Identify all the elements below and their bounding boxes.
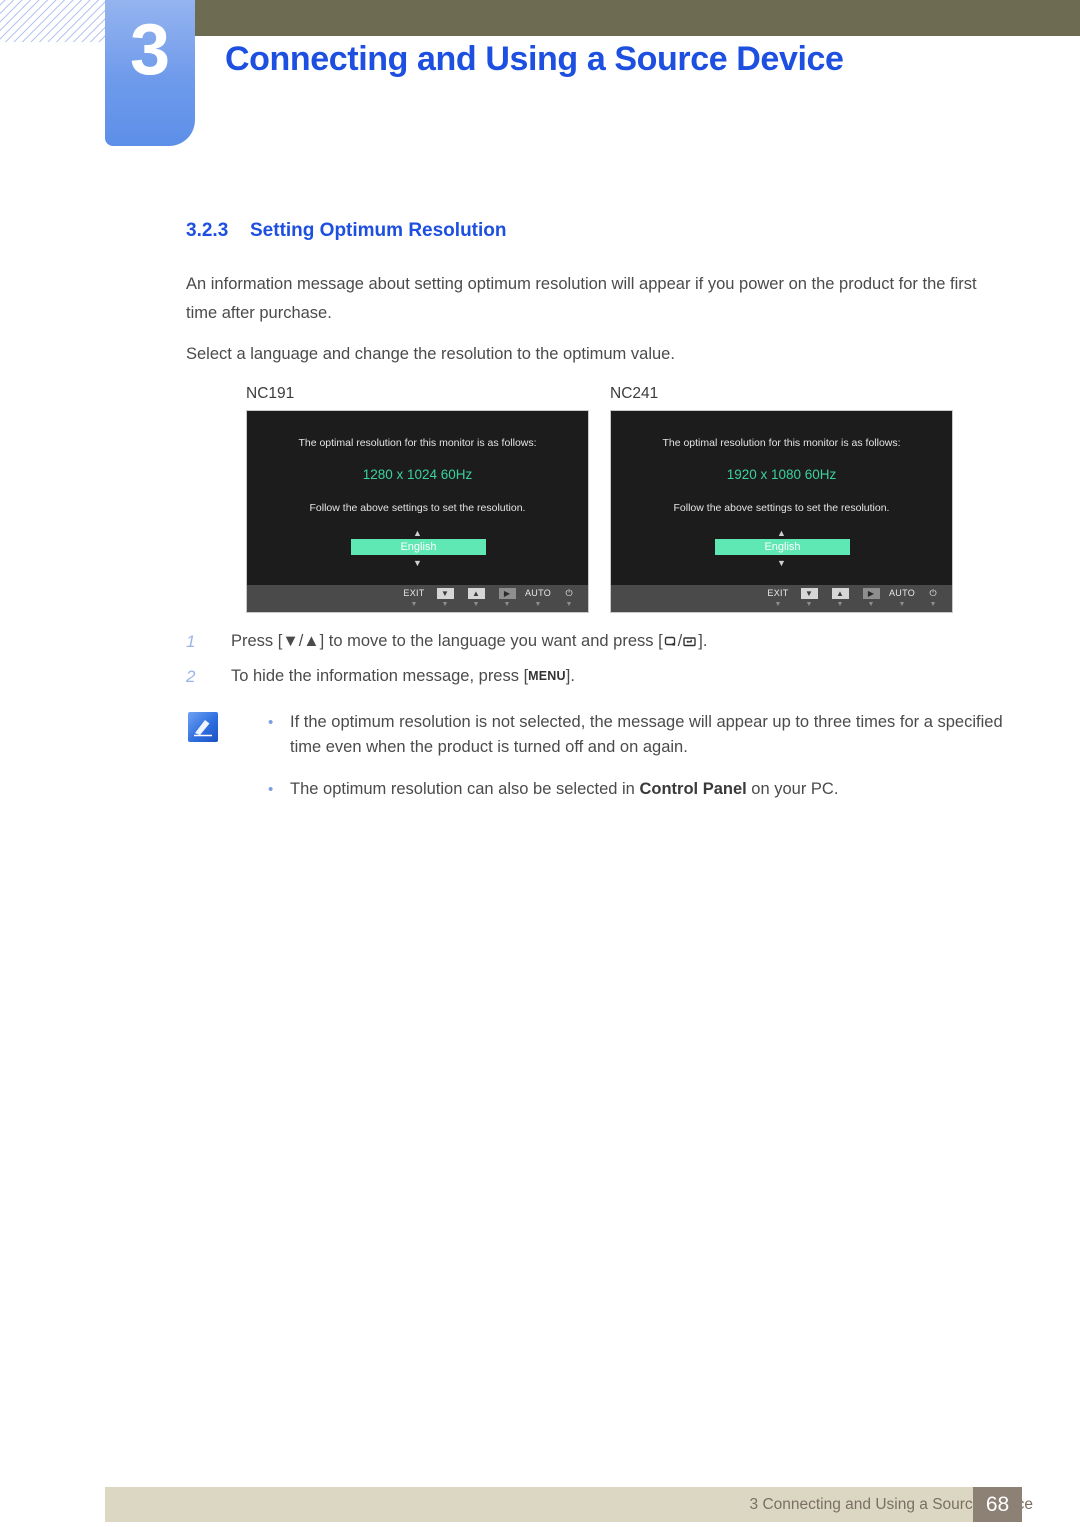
osd-language-selection[interactable]: English [715,539,850,555]
osd-message-line-2: Follow the above settings to set the res… [309,502,526,514]
osd-tick-icon: ▼ [472,601,480,608]
osd-button-group: EXIT ▼ ▼ ▼ ▲ ▼ ▶ ▼ AUTO ▼ ⏻ ▼ [403,588,580,609]
osd-screenshot-nc241: The optimal resolution for this monitor … [610,410,953,613]
osd-screenshot-nc191: The optimal resolution for this monitor … [246,410,589,613]
note-list: • If the optimum resolution is not selec… [262,710,1007,819]
power-icon: ⏻ [929,588,937,598]
nav-keys-glyph: ▼/▲ [282,632,320,650]
section-paragraph-2: Select a language and change the resolut… [186,345,675,363]
osd-button-bar: EXIT ▼ ▼ ▼ ▲ ▼ ▶ ▼ AUTO ▼ ⏻ ▼ [247,585,588,612]
osd-down-arrow-icon: ▼ [800,588,818,599]
osd-button-power[interactable]: ⏻ ▼ [922,588,944,609]
chapter-number: 3 [129,10,171,90]
osd-button-enter[interactable]: ▶ ▼ [860,588,882,609]
step-text-before: Press [ [231,632,283,650]
header-olive-bar [192,0,1080,36]
osd-exit-label: EXIT [403,588,425,598]
step-number: 2 [186,667,196,686]
osd-tick-icon: ▼ [565,601,573,608]
osd-arrow-up-icon[interactable]: ▲ [611,529,952,538]
osd-button-bar: EXIT ▼ ▼ ▼ ▲ ▼ ▶ ▼ AUTO ▼ ⏻ ▼ [611,585,952,612]
note-item: • If the optimum resolution is not selec… [262,710,1007,760]
osd-tick-icon: ▼ [410,601,418,608]
osd-exit-label: EXIT [767,588,789,598]
osd-tick-icon: ▼ [774,601,782,608]
osd-up-arrow-icon: ▲ [467,588,485,599]
osd-tick-icon: ▼ [441,601,449,608]
power-icon: ⏻ [565,588,573,598]
section-paragraph-1: An information message about setting opt… [186,275,977,322]
step-text-after: ]. [698,632,708,650]
osd-arrow-down-icon[interactable]: ▼ [247,559,588,568]
osd-button-power[interactable]: ⏻ ▼ [558,588,580,609]
figure-label-nc241: NC241 [610,385,659,402]
section-number: 3.2.3 [186,220,229,241]
figure-label-nc191: NC191 [246,385,295,402]
step-text: Press [▼/▲] to move to the language you … [231,632,1006,653]
osd-button-up[interactable]: ▲ ▼ [465,588,487,609]
note-icon [188,712,218,742]
osd-message-line-1: The optimal resolution for this monitor … [298,437,537,449]
page-number: 68 [973,1487,1022,1522]
osd-auto-label: AUTO [888,588,916,598]
osd-arrow-down-icon[interactable]: ▼ [611,559,952,568]
osd-tick-icon: ▼ [929,601,937,608]
step-text-middle: ] to move to the language you want and p… [319,632,663,650]
osd-button-auto[interactable]: AUTO ▼ [524,588,552,609]
bullet-icon: • [268,714,274,731]
osd-tick-icon: ▼ [836,601,844,608]
step-text: To hide the information message, press [… [231,667,1006,686]
decorative-hatch-pattern [0,0,108,42]
note-text: If the optimum resolution is not selecte… [290,713,1003,756]
note-text-before: The optimum resolution can also be selec… [290,780,640,798]
document-page: 3 Connecting and Using a Source Device 3… [0,0,1080,1527]
osd-message-line-2: Follow the above settings to set the res… [673,502,890,514]
osd-button-group: EXIT ▼ ▼ ▼ ▲ ▼ ▶ ▼ AUTO ▼ ⏻ ▼ [767,588,944,609]
bullet-icon: • [268,781,274,798]
osd-button-down[interactable]: ▼ ▼ [434,588,456,609]
note-item: • The optimum resolution can also be sel… [262,777,1007,802]
osd-down-arrow-icon: ▼ [436,588,454,599]
osd-tick-icon: ▼ [867,601,875,608]
menu-key-badge: MENU [528,669,566,683]
section-heading: 3.2.3 Setting Optimum Resolution [186,220,507,242]
osd-button-exit[interactable]: EXIT ▼ [767,588,789,609]
enter-icon [683,634,697,653]
chapter-title: Connecting and Using a Source Device [225,40,844,78]
source-icon [664,634,677,653]
osd-auto-label: AUTO [524,588,552,598]
step-slash: / [677,632,683,650]
osd-resolution-value: 1920 x 1080 60Hz [726,467,837,482]
osd-button-down[interactable]: ▼ ▼ [798,588,820,609]
osd-tick-icon: ▼ [503,601,511,608]
osd-resolution-value: 1280 x 1024 60Hz [362,467,473,482]
step-item: 2 To hide the information message, press… [186,667,1006,686]
osd-language-selection[interactable]: English [351,539,486,555]
step-number: 1 [186,632,196,651]
step-item: 1 Press [▼/▲] to move to the language yo… [186,632,1006,653]
osd-right-arrow-icon: ▶ [498,588,516,599]
note-text-bold: Control Panel [639,780,747,798]
step-text-after: ]. [565,667,575,685]
osd-arrow-up-icon[interactable]: ▲ [247,529,588,538]
osd-up-arrow-icon: ▲ [831,588,849,599]
osd-button-enter[interactable]: ▶ ▼ [496,588,518,609]
osd-button-up[interactable]: ▲ ▼ [829,588,851,609]
chapter-number-tab: 3 [105,0,195,146]
step-text-before: To hide the information message, press [ [231,667,529,685]
osd-button-exit[interactable]: EXIT ▼ [403,588,425,609]
osd-right-arrow-icon: ▶ [862,588,880,599]
osd-button-auto[interactable]: AUTO ▼ [888,588,916,609]
osd-tick-icon: ▼ [534,601,542,608]
osd-tick-icon: ▼ [805,601,813,608]
osd-tick-icon: ▼ [898,601,906,608]
osd-message-line-1: The optimal resolution for this monitor … [662,437,901,449]
section-title: Setting Optimum Resolution [250,220,507,241]
note-text-after: on your PC. [746,780,839,798]
